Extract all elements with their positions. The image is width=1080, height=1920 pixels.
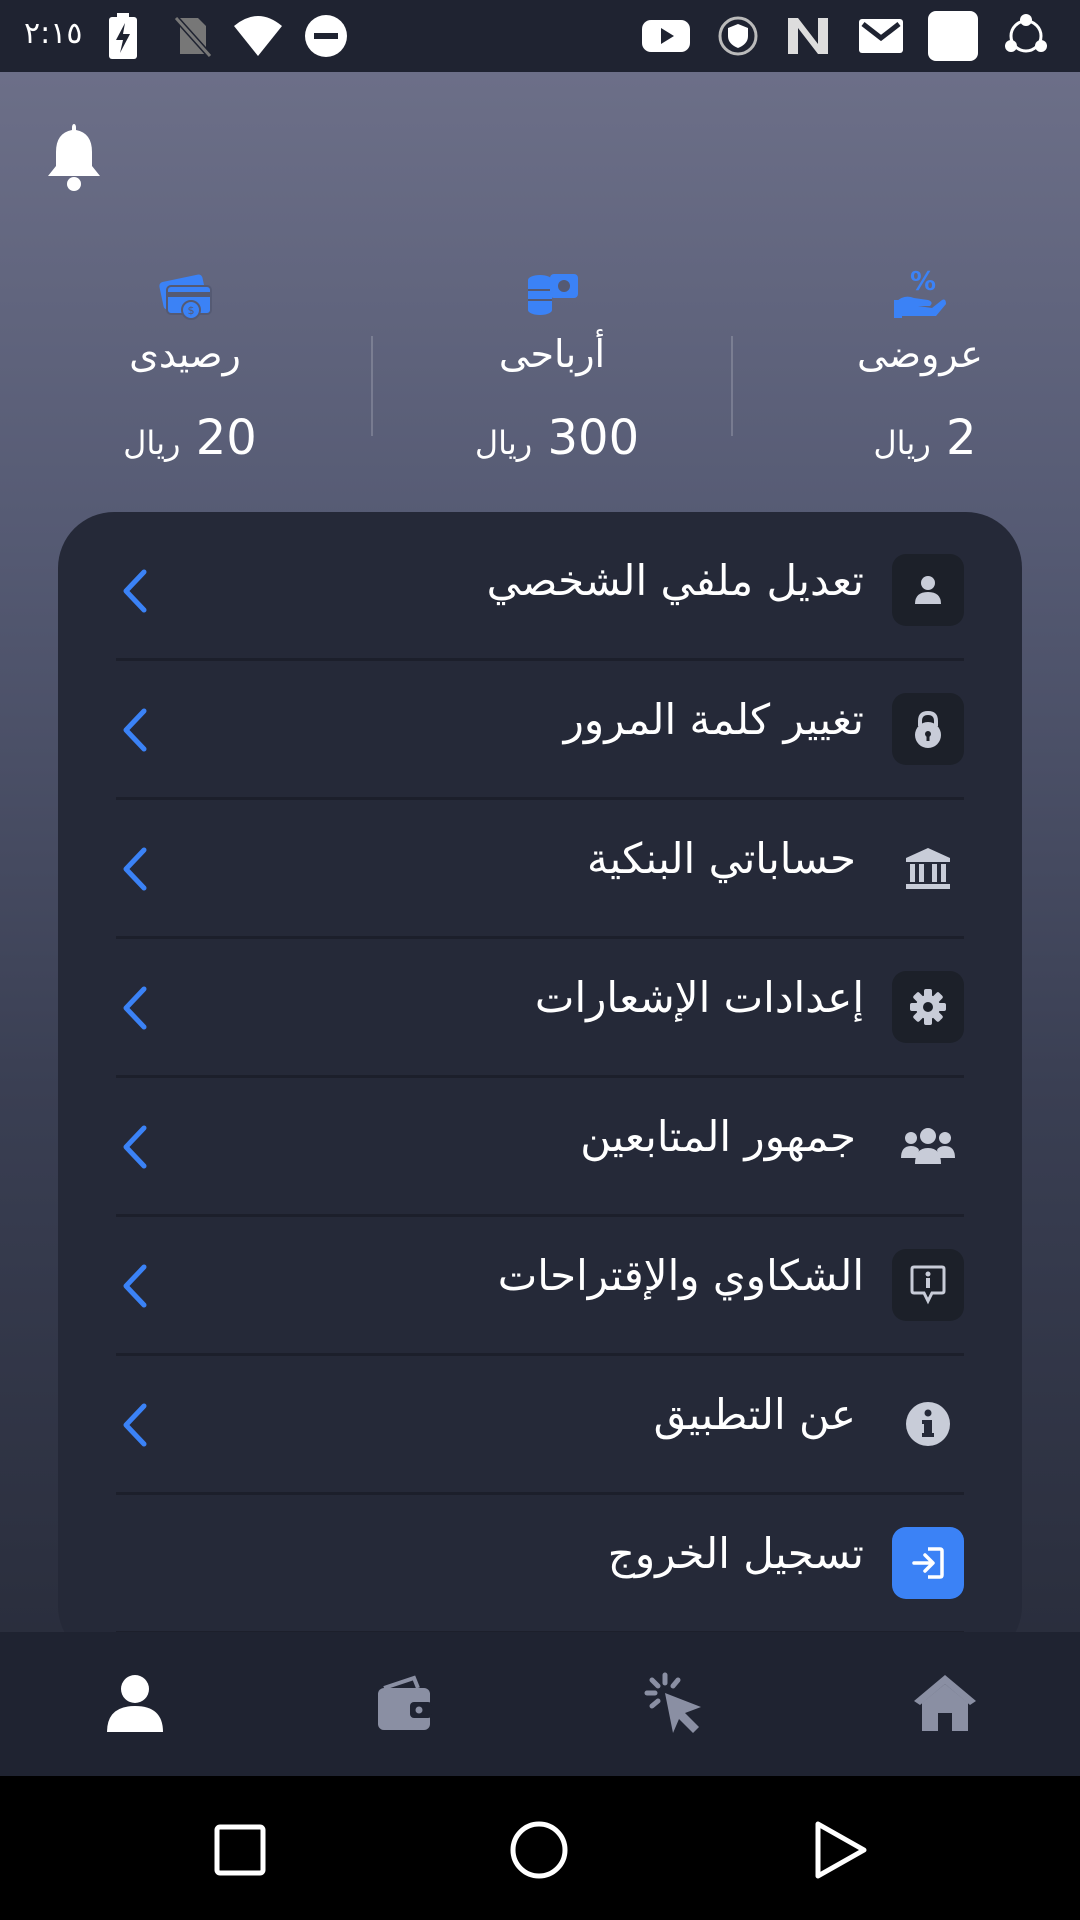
settings-menu: تعديل ملفي الشخصي تغيير كلمة المرور حساب… xyxy=(58,512,1022,1632)
stat-amount: 20 ريال xyxy=(35,410,335,466)
chevron-left-icon xyxy=(123,708,147,752)
svg-text:$: $ xyxy=(188,304,195,317)
stat-divider xyxy=(371,336,373,436)
users-icon xyxy=(892,1110,964,1182)
battery-charging-icon xyxy=(108,12,138,60)
menu-item-label: جمهور المتابعين xyxy=(580,1112,856,1161)
menu-item-complaints[interactable]: الشكاوي والإقتراحات xyxy=(116,1217,964,1356)
status-time: ٢:١٥ xyxy=(24,16,83,51)
logout-icon xyxy=(892,1527,964,1599)
profile-screen: $ رصيدى 20 ريال أرباحى 300 ريال % عروضى … xyxy=(0,72,1080,1632)
system-navigation-bar xyxy=(0,1776,1080,1920)
menu-item-notification-settings[interactable]: إعدادات الإشعارات xyxy=(116,939,964,1078)
chevron-left-icon xyxy=(123,986,147,1030)
menu-item-followers[interactable]: جمهور المتابعين xyxy=(116,1078,964,1217)
stat-currency: ريال xyxy=(123,424,181,462)
n-app-icon xyxy=(786,12,830,60)
stat-value: 2 xyxy=(946,410,977,466)
menu-item-label: تعديل ملفي الشخصي xyxy=(486,556,864,605)
menu-item-label: تغيير كلمة المرور xyxy=(563,695,864,744)
bank-icon xyxy=(892,832,964,904)
home-icon[interactable] xyxy=(910,1668,980,1738)
status-bar: ٢:١٥ xyxy=(0,0,1080,72)
menu-item-bank-accounts[interactable]: حساباتي البنكية xyxy=(116,800,964,939)
lock-icon xyxy=(892,693,964,765)
do-not-disturb-icon xyxy=(304,12,348,60)
chevron-left-icon xyxy=(123,1264,147,1308)
menu-item-label: إعدادات الإشعارات xyxy=(534,973,864,1022)
gmail-icon xyxy=(858,12,904,60)
chevron-left-icon xyxy=(123,1403,147,1447)
stat-offers[interactable]: % عروضى 2 ريال xyxy=(770,262,1070,512)
youtube-icon xyxy=(642,12,690,60)
stat-currency: ريال xyxy=(873,424,931,462)
bell-icon[interactable] xyxy=(44,122,104,192)
chevron-left-icon xyxy=(123,847,147,891)
chevron-left-icon xyxy=(123,569,147,613)
info-bubble-icon xyxy=(892,1249,964,1321)
stat-amount: 2 ريال xyxy=(770,410,1070,466)
no-sim-icon xyxy=(172,12,212,60)
gear-icon xyxy=(892,971,964,1043)
svg-text:%: % xyxy=(910,268,936,297)
menu-item-about-app[interactable]: عن التطبيق xyxy=(116,1356,964,1495)
stat-amount: 300 ريال xyxy=(402,410,702,466)
white-square-icon xyxy=(928,11,978,61)
menu-item-edit-profile[interactable]: تعديل ملفي الشخصي xyxy=(116,522,964,661)
info-circle-icon xyxy=(892,1388,964,1460)
stat-currency: ريال xyxy=(474,424,533,462)
stat-label: عروضى xyxy=(857,332,983,376)
recent-apps-icon[interactable] xyxy=(210,1820,270,1880)
menu-item-label: تسجيل الخروج xyxy=(607,1529,864,1578)
scrolled-text xyxy=(440,220,660,238)
stat-value: 20 xyxy=(195,410,257,466)
back-triangle-icon[interactable] xyxy=(810,1820,870,1880)
click-icon[interactable] xyxy=(640,1668,710,1738)
menu-item-change-password[interactable]: تغيير كلمة المرور xyxy=(116,661,964,800)
shield-icon xyxy=(718,12,758,60)
stat-earnings[interactable]: أرباحى 300 ريال xyxy=(402,262,702,512)
coins-icon xyxy=(524,268,580,324)
wallet-icon[interactable] xyxy=(370,1668,440,1738)
menu-item-logout[interactable]: تسجيل الخروج xyxy=(116,1495,964,1632)
stat-balance[interactable]: $ رصيدى 20 ريال xyxy=(35,262,335,512)
menu-item-label: عن التطبيق xyxy=(653,1390,856,1439)
sync-icon xyxy=(1004,12,1048,60)
bottom-navigation xyxy=(0,1632,1080,1776)
stat-value: 300 xyxy=(547,410,640,466)
stat-divider xyxy=(731,336,733,436)
profile-icon[interactable] xyxy=(100,1668,170,1738)
chevron-left-icon xyxy=(123,1125,147,1169)
user-icon xyxy=(892,554,964,626)
wifi-icon xyxy=(232,12,284,60)
card-money-icon: $ xyxy=(157,268,213,324)
stat-label: أرباحى xyxy=(498,332,606,376)
menu-item-label: الشكاوي والإقتراحات xyxy=(497,1251,864,1300)
hand-percent-icon: % xyxy=(892,267,948,324)
home-circle-icon[interactable] xyxy=(509,1820,569,1880)
menu-item-label: حساباتي البنكية xyxy=(587,834,856,883)
stat-label: رصيدى xyxy=(129,332,241,376)
